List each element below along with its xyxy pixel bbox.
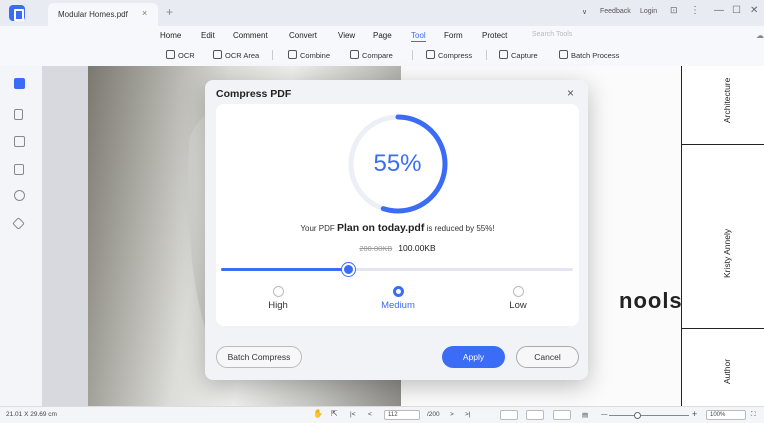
batch-compress-button[interactable]: Batch Compress	[216, 346, 302, 368]
file-name: Plan on today.pdf	[337, 222, 425, 234]
cancel-button[interactable]: Cancel	[516, 346, 579, 368]
option-medium-label: Medium	[381, 300, 415, 311]
option-medium[interactable]: Medium	[358, 286, 438, 311]
new-size: 100.00KB	[398, 243, 436, 253]
option-low[interactable]: Low	[478, 286, 558, 311]
compression-slider[interactable]	[221, 263, 573, 276]
compression-percent: 55%	[373, 150, 422, 177]
dialog-title: Compress PDF	[216, 88, 292, 100]
radio-medium[interactable]	[392, 286, 404, 297]
radio-low[interactable]	[512, 286, 524, 297]
compression-slider-fill	[221, 268, 348, 271]
option-high[interactable]: High	[238, 286, 318, 311]
option-high-label: High	[268, 300, 288, 311]
close-icon[interactable]: ×	[567, 86, 574, 100]
size-comparison: 200.00KB 100.00KB	[216, 243, 579, 253]
message-suffix: is reduced by 55%!	[424, 224, 495, 233]
apply-button[interactable]: Apply	[442, 346, 505, 368]
compress-pdf-dialog: Compress PDF × 55% Your PDF Plan on toda…	[205, 80, 588, 380]
old-size: 200.00KB	[359, 244, 393, 253]
result-card: 55% Your PDF Plan on today.pdf is reduce…	[216, 104, 579, 326]
pdf-editor-window: Modular Homes.pdf × + ∨ Feedback Login ⊡…	[0, 0, 764, 423]
message-prefix: Your PDF	[300, 224, 338, 233]
radio-high[interactable]	[272, 286, 284, 297]
option-low-label: Low	[509, 300, 527, 311]
compression-slider-thumb[interactable]	[341, 263, 355, 276]
result-message: Your PDF Plan on today.pdf is reduced by…	[216, 222, 579, 234]
